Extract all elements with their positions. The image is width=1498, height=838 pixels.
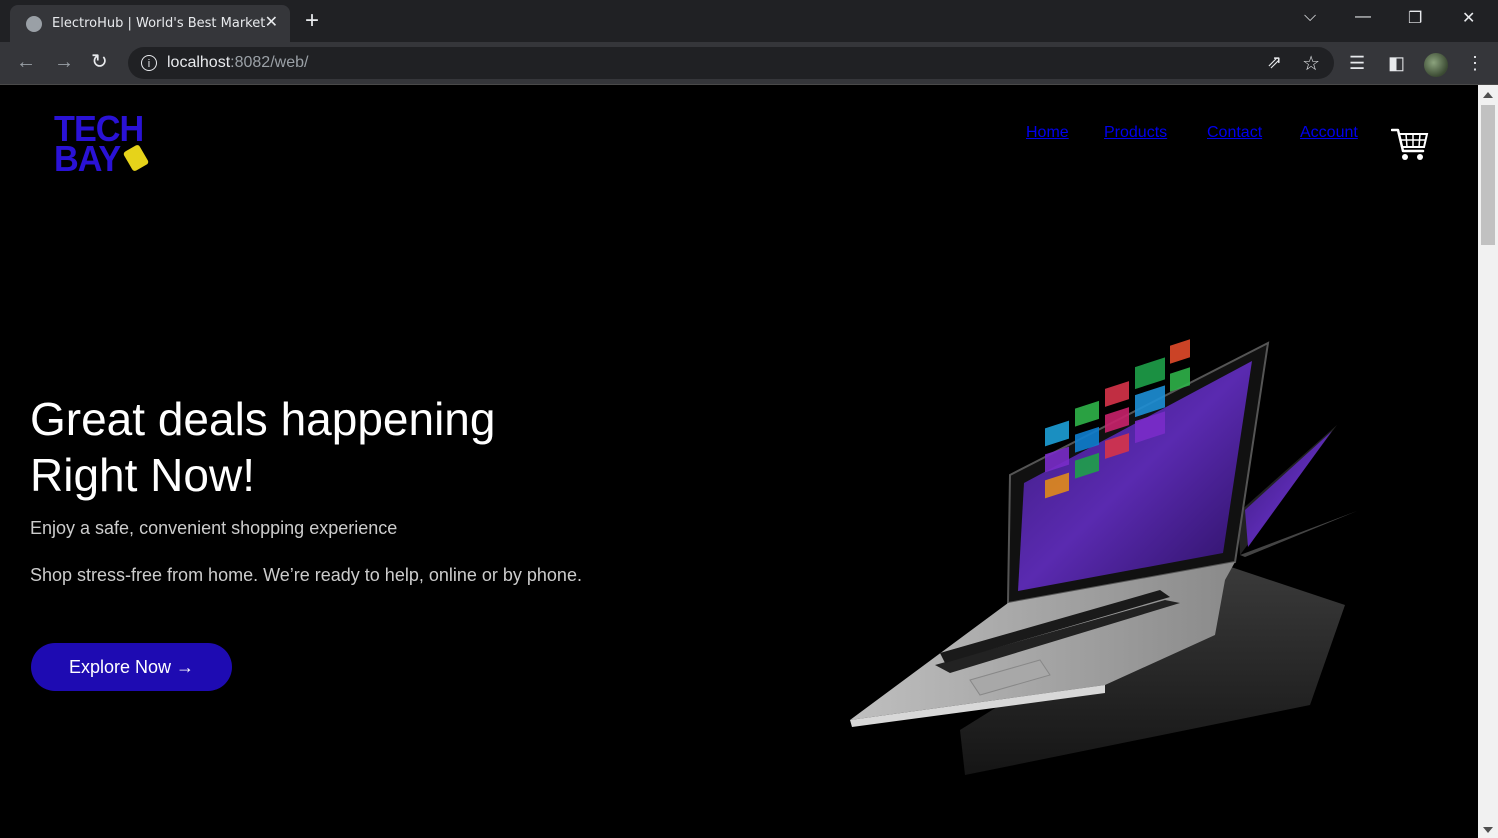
forward-icon[interactable]: → xyxy=(54,51,74,73)
bookmark-star-icon[interactable]: ☆ xyxy=(1302,51,1320,76)
hero-description: Shop stress-free from home. We’re ready … xyxy=(30,565,582,585)
page-scrollbar[interactable] xyxy=(1478,85,1498,838)
address-bar[interactable]: i localhost:8082/web/ ⇗ ☆ xyxy=(128,47,1334,79)
scroll-down-icon[interactable] xyxy=(1483,827,1493,833)
nav-contact[interactable]: Contact xyxy=(1207,124,1262,142)
share-icon[interactable]: ⇗ xyxy=(1267,52,1282,73)
hero-heading: Great deals happening Right Now! xyxy=(30,391,495,503)
restore-icon[interactable]: ❐ xyxy=(1408,8,1422,28)
reload-icon[interactable]: ↻ xyxy=(91,51,108,73)
web-page: TECH BAY Home Products Contact Account G… xyxy=(0,85,1478,838)
tab-title: ElectroHub | World's Best Market xyxy=(52,16,266,31)
laptop-hero-image xyxy=(850,339,1357,775)
techbay-logo[interactable]: TECH BAY xyxy=(54,111,150,179)
tab-close-button[interactable]: ✕ xyxy=(265,13,278,33)
profile-avatar[interactable] xyxy=(1424,53,1448,77)
back-icon[interactable]: ← xyxy=(16,51,36,73)
hero-heading-line1: Great deals happening xyxy=(30,393,496,445)
explore-now-button[interactable]: Explore Now → xyxy=(31,643,232,691)
hero-heading-line2: Right Now! xyxy=(30,449,255,501)
minimize-icon[interactable]: — xyxy=(1355,8,1371,26)
side-panel-icon[interactable]: ◧ xyxy=(1388,52,1405,74)
browser-tab-strip: ElectroHub | World's Best Market ✕ + ⌵ —… xyxy=(0,0,1498,42)
scroll-up-icon[interactable] xyxy=(1483,92,1493,98)
logo-text-line2: BAY xyxy=(54,138,121,179)
reading-list-icon[interactable]: ☰ xyxy=(1349,52,1365,74)
shopping-cart-icon[interactable] xyxy=(1391,127,1429,163)
nav-account[interactable]: Account xyxy=(1300,124,1358,142)
browser-tab[interactable]: ElectroHub | World's Best Market ✕ xyxy=(10,5,290,42)
new-tab-button[interactable]: + xyxy=(305,9,319,33)
nav-products[interactable]: Products xyxy=(1104,124,1167,142)
browser-toolbar: ← → ↻ i localhost:8082/web/ ⇗ ☆ ☰ ◧ ⋮ xyxy=(0,42,1498,84)
scrollbar-thumb[interactable] xyxy=(1481,105,1495,245)
nav-home[interactable]: Home xyxy=(1026,124,1069,142)
tab-search-icon[interactable]: ⌵ xyxy=(1304,8,1316,26)
url-path: :8082/web/ xyxy=(230,54,309,71)
menu-icon[interactable]: ⋮ xyxy=(1466,52,1484,74)
globe-icon xyxy=(26,15,42,32)
info-icon[interactable]: i xyxy=(141,55,157,71)
hero-subtitle: Enjoy a safe, convenient shopping experi… xyxy=(30,518,398,538)
url-host: localhost xyxy=(167,54,231,71)
close-window-icon[interactable]: ✕ xyxy=(1462,8,1475,28)
